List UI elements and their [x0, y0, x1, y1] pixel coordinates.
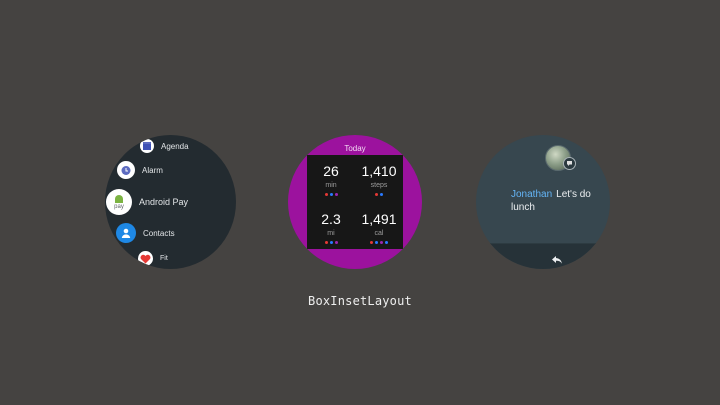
message-body: Jonathan Let's do lunch	[511, 188, 601, 214]
app-item-alarm[interactable]: Alarm	[117, 161, 163, 179]
stat-calories[interactable]: 1,491 cal	[355, 211, 403, 244]
stat-value: 26	[323, 163, 339, 179]
app-label: Fit	[160, 255, 168, 262]
app-label: Android Pay	[139, 197, 189, 207]
app-label: Contacts	[143, 228, 175, 238]
stat-unit: mi	[327, 230, 335, 237]
stat-unit: min	[325, 182, 337, 189]
stat-unit: steps	[370, 182, 388, 189]
app-list-watch: Agenda Alarm pay Android Pay Contacts Fi…	[105, 135, 236, 269]
app-item-fit[interactable]: Fit	[138, 251, 168, 266]
calendar-icon	[140, 139, 154, 153]
progress-dots	[355, 241, 403, 244]
app-label: Alarm	[142, 165, 163, 175]
stat-value: 1,491	[361, 211, 397, 227]
android-pay-icon: pay	[106, 189, 132, 215]
app-label: Agenda	[161, 141, 189, 151]
fit-stats-watch: Today 26 min 1,410 steps 2.3 mi 1,491 ca…	[288, 135, 422, 269]
heart-icon	[138, 251, 153, 266]
progress-dots	[307, 241, 355, 244]
stat-steps[interactable]: 1,410 steps	[355, 163, 403, 196]
stats-grid: 26 min 1,410 steps 2.3 mi 1,491 cal	[307, 155, 403, 249]
progress-dots	[307, 193, 355, 196]
alarm-icon	[117, 161, 135, 179]
stat-value: 2.3	[321, 211, 341, 227]
fit-header: Today	[344, 144, 366, 153]
hangouts-icon	[563, 157, 576, 170]
contacts-icon	[116, 223, 136, 243]
stat-value: 1,410	[361, 163, 397, 179]
message-watch: Jonathan Let's do lunch	[476, 135, 610, 269]
reply-icon[interactable]	[551, 252, 563, 269]
layout-caption: BoxInsetLayout	[308, 294, 412, 308]
stat-distance[interactable]: 2.3 mi	[307, 211, 355, 244]
stat-unit: cal	[374, 230, 384, 237]
message-sender: Jonathan	[511, 189, 553, 200]
progress-dots	[355, 193, 403, 196]
action-bar	[476, 243, 610, 269]
app-item-contacts[interactable]: Contacts	[116, 223, 175, 243]
app-item-agenda[interactable]: Agenda	[140, 139, 189, 153]
app-item-android-pay[interactable]: pay Android Pay	[106, 189, 188, 215]
stat-minutes[interactable]: 26 min	[307, 163, 355, 196]
